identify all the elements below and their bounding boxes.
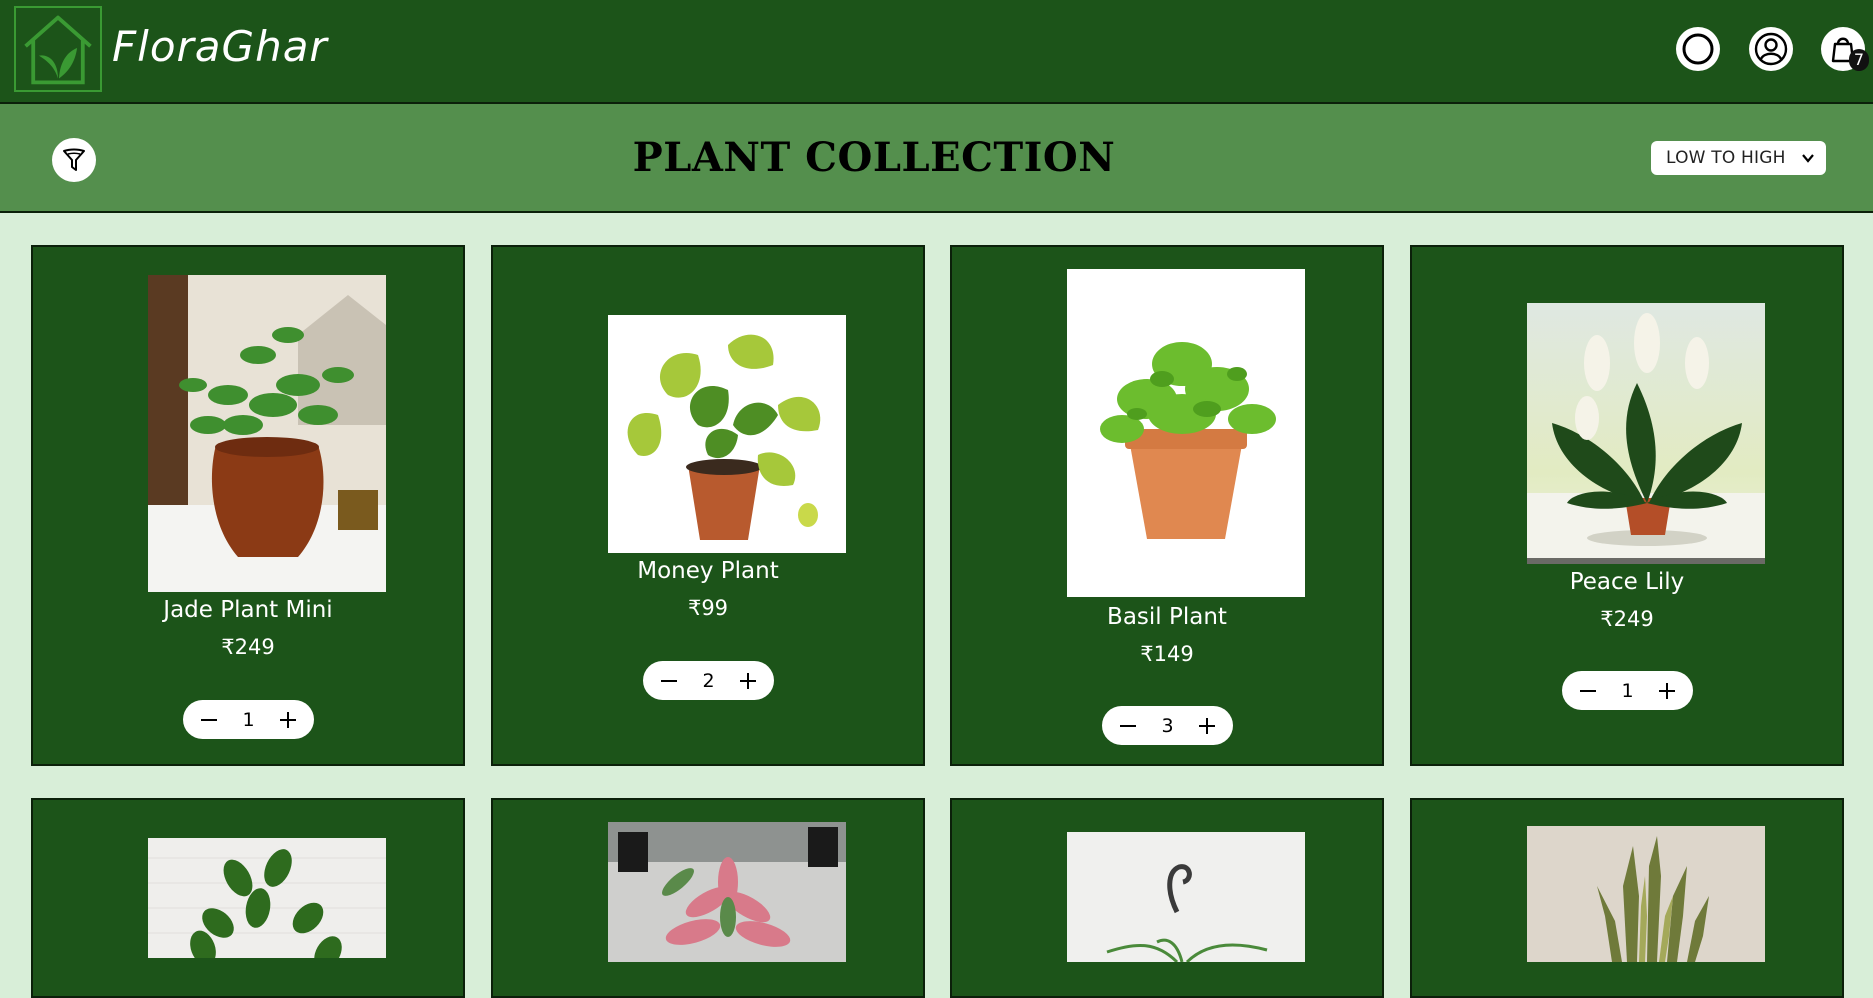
product-card[interactable]: Jade Plant Mini ₹249 1: [31, 245, 465, 766]
product-image[interactable]: [148, 838, 386, 958]
increase-button[interactable]: [734, 667, 762, 695]
quantity-stepper: 3: [1102, 706, 1233, 745]
cart-count-badge: 7: [1849, 49, 1869, 71]
quantity-value: 1: [242, 708, 255, 731]
cart-button[interactable]: 7: [1821, 27, 1869, 71]
product-name[interactable]: Basil Plant: [952, 604, 1382, 630]
product-card[interactable]: [950, 798, 1384, 998]
product-price: ₹149: [1140, 642, 1194, 666]
user-icon: [1754, 32, 1788, 66]
quantity-stepper: 2: [643, 661, 774, 700]
product-card[interactable]: Peace Lily ₹249 1: [1410, 245, 1844, 766]
plus-icon: [740, 672, 756, 689]
product-price: ₹249: [1600, 607, 1654, 631]
product-card[interactable]: Basil Plant ₹149 3: [950, 245, 1384, 766]
sort-selected-value: LOW TO HIGH: [1666, 148, 1786, 168]
product-price: ₹249: [221, 635, 275, 659]
minus-icon: [1580, 689, 1596, 692]
product-image[interactable]: [1527, 303, 1765, 564]
product-image[interactable]: [608, 315, 846, 553]
minus-icon: [661, 679, 677, 682]
increase-button[interactable]: [1193, 712, 1221, 740]
product-image[interactable]: [1527, 826, 1765, 962]
top-navbar: FloraGhar 7: [0, 0, 1873, 104]
chevron-down-icon: [1802, 154, 1814, 163]
increase-button[interactable]: [1653, 677, 1681, 705]
search-button[interactable]: [1676, 27, 1720, 71]
house-leaf-logo-icon[interactable]: [14, 6, 102, 92]
brand-name[interactable]: FloraGhar: [112, 22, 328, 71]
product-card[interactable]: Money Plant ₹99 2: [491, 245, 925, 766]
quantity-stepper: 1: [1562, 671, 1693, 710]
product-image[interactable]: [1067, 832, 1305, 962]
product-name[interactable]: Money Plant: [493, 558, 923, 584]
product-image[interactable]: [608, 822, 846, 962]
collection-toolbar: PLANT COLLECTION LOW TO HIGH: [0, 104, 1873, 213]
product-card[interactable]: [31, 798, 465, 998]
quantity-value: 2: [702, 669, 715, 692]
account-button[interactable]: [1749, 27, 1793, 71]
plus-icon: [1199, 717, 1215, 734]
quantity-value: 3: [1161, 714, 1174, 737]
decrease-button[interactable]: [1574, 677, 1602, 705]
decrease-button[interactable]: [655, 667, 683, 695]
minus-icon: [201, 718, 217, 721]
product-card[interactable]: [1410, 798, 1844, 998]
page-title: PLANT COLLECTION: [632, 134, 1116, 181]
increase-button[interactable]: [274, 706, 302, 734]
product-name[interactable]: Peace Lily: [1412, 569, 1842, 595]
plus-icon: [1659, 682, 1675, 699]
plus-icon: [280, 711, 296, 728]
product-price: ₹99: [687, 596, 729, 620]
product-image[interactable]: [1067, 269, 1305, 597]
quantity-stepper: 1: [183, 700, 314, 739]
search-icon: [1682, 33, 1714, 65]
product-name[interactable]: Jade Plant Mini: [33, 597, 463, 623]
decrease-button[interactable]: [195, 706, 223, 734]
minus-icon: [1120, 724, 1136, 727]
decrease-button[interactable]: [1114, 712, 1142, 740]
product-image[interactable]: [148, 275, 386, 592]
quantity-value: 1: [1621, 679, 1634, 702]
sort-select[interactable]: LOW TO HIGH: [1651, 141, 1826, 175]
product-card[interactable]: [491, 798, 925, 998]
